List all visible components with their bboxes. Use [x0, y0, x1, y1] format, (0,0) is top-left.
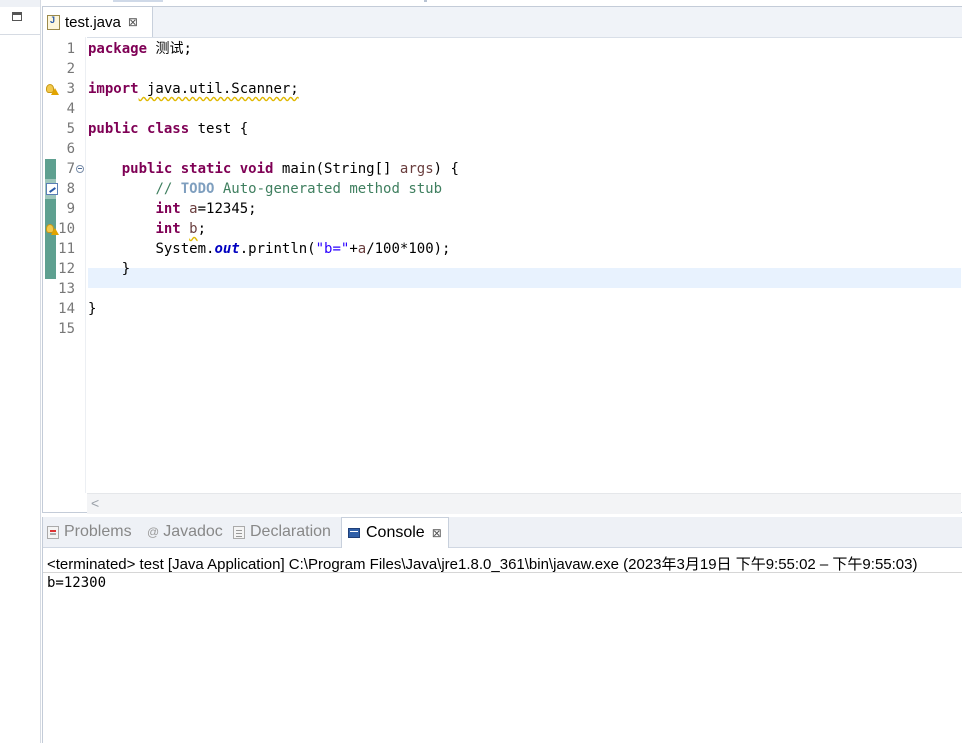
method-signature: main(String[]	[273, 161, 400, 177]
code-brace: }	[88, 301, 97, 317]
line-number: 13	[58, 281, 75, 297]
tab-test-java[interactable]: test.java ⊠	[43, 7, 153, 37]
at-icon: @	[147, 525, 160, 539]
code-line-10[interactable]: int b;	[88, 219, 206, 239]
local-variable: a	[189, 201, 198, 217]
keyword: int	[155, 221, 181, 237]
code-line-3[interactable]: import java.util.Scanner;	[88, 79, 299, 99]
code-area[interactable]: package 测试; import java.util.Scanner; pu…	[88, 37, 961, 493]
code-text: +	[349, 241, 358, 257]
code-text: /100*100);	[366, 241, 451, 257]
code-text: =12345;	[197, 201, 257, 217]
keyword: int	[155, 201, 181, 217]
local-variable: a	[357, 241, 367, 257]
code-text: .println(	[239, 241, 316, 257]
tab-label: Console	[366, 524, 425, 541]
line-number: 1	[66, 41, 75, 57]
code-line-5[interactable]: public class test {	[88, 119, 248, 139]
line-number: 10	[58, 221, 75, 237]
keyword: package	[88, 41, 148, 57]
horizontal-scrollbar[interactable]: <	[87, 493, 961, 514]
current-line-highlight	[88, 268, 961, 288]
editor-tab-bar: test.java ⊠	[43, 7, 962, 38]
java-editor: test.java ⊠ 1 2 3 4 5 6 7 8 9 10 11 12 1…	[42, 6, 962, 514]
line-number: 4	[66, 101, 75, 117]
keyword: public	[121, 161, 173, 177]
line-number: 14	[58, 301, 75, 317]
top-trim-mark-small	[424, 0, 427, 2]
import-statement: java.util.Scanner;	[138, 81, 299, 97]
tab-problems[interactable]: Problems	[47, 517, 132, 547]
code-line-8[interactable]: // TODO Auto-generated method stub	[88, 179, 442, 199]
code-text: ;	[197, 221, 207, 237]
code-punct: ) {	[433, 161, 459, 177]
string-literal: "b="	[315, 241, 350, 257]
line-number: 6	[66, 141, 75, 157]
console-icon	[348, 528, 360, 538]
minimize-icon[interactable]	[12, 12, 22, 21]
keyword: static	[180, 161, 232, 177]
line-number: 11	[58, 241, 75, 257]
line-number: 7	[66, 161, 75, 177]
line-number: 9	[66, 201, 75, 217]
tab-declaration[interactable]: Declaration	[233, 517, 331, 547]
gutter-divider	[85, 37, 86, 493]
declaration-icon	[233, 525, 245, 539]
parameter: args	[399, 161, 434, 177]
comment: //	[155, 181, 181, 197]
java-file-icon	[47, 14, 60, 30]
keyword: void	[239, 161, 274, 177]
keyword: import	[88, 81, 139, 97]
tab-label: Problems	[64, 523, 132, 540]
code-brace: }	[121, 261, 131, 277]
tab-title: test.java	[65, 13, 121, 31]
left-trim-top	[0, 0, 40, 7]
keyword: public	[88, 121, 139, 137]
left-trim-bar	[0, 0, 41, 743]
close-icon[interactable]: ⊠	[128, 15, 138, 29]
local-variable: b	[189, 221, 198, 237]
code-text: System.	[155, 241, 215, 257]
console-divider	[43, 572, 962, 573]
package-name: 测试;	[147, 41, 192, 57]
line-number-gutter[interactable]: 1 2 3 4 5 6 7 8 9 10 11 12 13 14 15	[43, 37, 87, 493]
line-number: 2	[66, 61, 75, 77]
tab-label: Declaration	[250, 523, 331, 540]
close-icon[interactable]: ⊠	[432, 526, 442, 540]
tab-console[interactable]: Console ⊠	[341, 517, 449, 548]
line-number: 15	[58, 321, 75, 337]
top-trim-mark	[113, 0, 163, 2]
tab-label: Javadoc	[163, 523, 223, 540]
line-number: 12	[58, 261, 75, 277]
console-output[interactable]: b=12300	[47, 575, 106, 591]
todo-tag: TODO	[180, 181, 215, 197]
left-trim-divider	[0, 34, 40, 35]
tab-javadoc[interactable]: @ Javadoc	[147, 517, 223, 547]
code-line-12[interactable]: }	[88, 259, 130, 279]
line-number: 5	[66, 121, 75, 137]
console-panel: Problems @ Javadoc Declaration Console ⊠…	[42, 517, 962, 743]
code-line-1[interactable]: package 测试;	[88, 39, 192, 59]
comment: Auto-generated method stub	[214, 181, 443, 197]
code-line-7[interactable]: public static void main(String[] args) {	[88, 159, 459, 179]
code-line-11[interactable]: System.out.println("b="+a/100*100);	[88, 239, 451, 259]
scroll-left-icon[interactable]: <	[91, 495, 99, 511]
keyword: class	[147, 121, 190, 137]
code-line-9[interactable]: int a=12345;	[88, 199, 257, 219]
class-name: test {	[189, 121, 249, 137]
code-line-14[interactable]: }	[88, 299, 96, 319]
line-number: 3	[66, 81, 75, 97]
console-status-text: <terminated> test [Java Application] C:\…	[47, 556, 918, 573]
problems-icon	[47, 525, 59, 539]
panel-tab-bar: Problems @ Javadoc Declaration Console ⊠	[43, 517, 962, 548]
line-number: 8	[66, 181, 75, 197]
fold-collapse-icon[interactable]	[76, 165, 84, 173]
static-field: out	[214, 241, 240, 257]
